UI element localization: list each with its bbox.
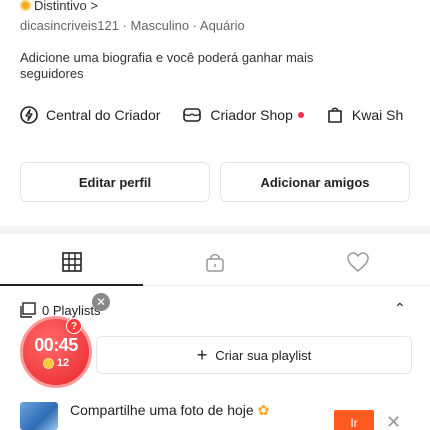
- go-button[interactable]: Ir: [334, 410, 374, 430]
- coin-count: 12: [56, 357, 70, 369]
- profile-meta: dicasincriveis121 · Masculino · Aquário: [20, 18, 245, 33]
- lightning-circle-icon: [20, 106, 38, 124]
- link-creator-shop-label: Criador Shop: [210, 107, 293, 123]
- bag-icon: [328, 107, 342, 123]
- link-kwai-shop[interactable]: Kwai Sh: [326, 106, 403, 124]
- link-creator-shop[interactable]: Criador Shop: [182, 106, 304, 124]
- badge-icon: [20, 0, 31, 11]
- timer-help-badge[interactable]: ?: [66, 318, 82, 334]
- add-friends-button[interactable]: Adicionar amigos: [220, 162, 410, 202]
- link-kwai-shop-label: Kwai Sh: [351, 107, 404, 123]
- grid-icon: [61, 252, 82, 272]
- tab-liked[interactable]: [286, 247, 429, 277]
- badge-label: Distintivo >: [34, 0, 98, 13]
- profile-bio[interactable]: Adicione uma biografia e você poderá gan…: [20, 50, 350, 82]
- close-icon[interactable]: ✕: [386, 412, 401, 430]
- link-creator-center[interactable]: Central do Criador: [20, 106, 160, 124]
- photo-thumbnail: [20, 402, 58, 430]
- active-tab-indicator: [0, 284, 143, 286]
- tab-posts[interactable]: [0, 247, 143, 277]
- create-playlist-button[interactable]: + Criar sua playlist: [96, 336, 412, 374]
- share-photo-text: Compartilhe uma foto de hoje ✿: [70, 402, 270, 418]
- tab-private[interactable]: [143, 247, 286, 277]
- chevron-up-icon[interactable]: ⌃: [394, 300, 406, 317]
- link-creator-center-label: Central do Criador: [46, 107, 161, 123]
- playlist-icon: [20, 302, 36, 318]
- timer-coins: 12: [42, 357, 70, 369]
- share-photo-banner[interactable]: Compartilhe uma foto de hoje ✿: [20, 402, 269, 430]
- badge-row[interactable]: Distintivo >: [20, 0, 98, 13]
- timer-time: 00:45: [34, 335, 78, 355]
- create-playlist-label: Criar sua playlist: [215, 347, 312, 363]
- creator-links: Central do Criador Criador Shop Kwai Sh: [20, 106, 403, 124]
- edit-profile-button[interactable]: Editar perfil: [20, 162, 210, 202]
- lock-icon: [205, 253, 224, 272]
- sparkle-icon: ✿: [257, 402, 270, 418]
- notification-dot: [297, 112, 304, 118]
- timer-close-icon[interactable]: ✕: [92, 293, 110, 311]
- shop-icon: [183, 108, 202, 122]
- coin-icon: [42, 357, 54, 369]
- section-divider: [0, 226, 430, 234]
- plus-icon: +: [196, 344, 208, 365]
- heart-icon: [346, 252, 369, 272]
